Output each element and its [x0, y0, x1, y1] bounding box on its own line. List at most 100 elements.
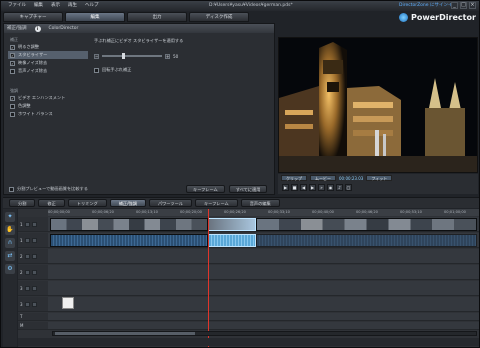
rotation-option[interactable]: 回転手ぶれ補正 — [94, 67, 131, 73]
track-lock-icon[interactable] — [31, 237, 37, 243]
tab-trim[interactable]: トリミング — [67, 199, 107, 207]
audio-clip[interactable] — [256, 234, 477, 247]
playhead[interactable] — [208, 209, 209, 347]
menu-file[interactable]: ファイル — [7, 1, 27, 11]
volume-icon[interactable]: ♪ — [336, 184, 343, 191]
tab-power-tools[interactable]: パワーツール — [148, 199, 192, 207]
track-lock-icon[interactable] — [31, 253, 37, 259]
snapshot-icon[interactable]: ◉ — [327, 184, 334, 191]
fit-dropdown[interactable]: フィット — [366, 175, 393, 181]
panel-header: 補正/強調 i ColorDirector — [4, 24, 274, 33]
music-track[interactable]: M — [18, 322, 479, 330]
track-enable-icon[interactable] — [24, 269, 30, 275]
track-enable-icon[interactable] — [24, 237, 30, 243]
tab-edit[interactable]: 編集 — [65, 12, 125, 22]
fix-item-label: 明るさ調整 — [18, 44, 39, 49]
checkbox-icon[interactable] — [9, 186, 14, 192]
stabilizer-value: 50 — [173, 53, 179, 59]
tab-produce[interactable]: 出力 — [127, 12, 187, 22]
play-icon[interactable]: ▶ — [282, 184, 289, 191]
track-lock-icon[interactable] — [31, 285, 37, 291]
track-enable-icon[interactable] — [24, 253, 30, 259]
menu-help[interactable]: ヘルプ — [84, 1, 100, 11]
checkbox-icon[interactable] — [10, 111, 15, 117]
scrollbar-thumb[interactable] — [55, 332, 195, 335]
apply-all-button[interactable]: すべてに適用 — [228, 185, 268, 193]
track-label: 1 — [20, 237, 23, 243]
close-button[interactable]: × — [469, 2, 476, 9]
effect-clip-thumbnail[interactable] — [62, 297, 74, 309]
info-icon[interactable]: i — [34, 25, 41, 32]
minus-icon[interactable]: − — [94, 53, 99, 59]
tab-create-disc[interactable]: ディスク作成 — [189, 12, 249, 22]
clip-mode-button[interactable]: クリップ — [281, 175, 307, 181]
tab-audio-edit[interactable]: 音声の編集 — [240, 199, 280, 207]
checkbox-icon[interactable]: ✓ — [10, 95, 15, 101]
movie-mode-button[interactable]: ムービー — [310, 175, 336, 181]
audio-clip[interactable] — [50, 234, 208, 247]
checkbox-icon[interactable]: ✓ — [10, 44, 15, 50]
video-track-3[interactable]: 3 — [18, 281, 479, 296]
stop-icon[interactable]: ■ — [291, 184, 298, 191]
checkbox-icon[interactable]: ✓ — [10, 60, 15, 66]
enhance-item-video-enhancement[interactable]: ✓ ビデオ エンハンスメント — [8, 94, 88, 102]
track-lock-icon[interactable] — [31, 269, 37, 275]
video-clip-selected[interactable] — [208, 218, 256, 231]
tab-split[interactable]: 分割 — [9, 199, 36, 207]
preview-window[interactable] — [278, 37, 478, 173]
checkbox-icon[interactable] — [10, 68, 15, 74]
fix-item-stabilizer[interactable]: ✓ スタビライザー — [8, 51, 88, 59]
magnet-icon[interactable]: ∩ — [5, 238, 15, 248]
plus-icon[interactable]: + — [165, 53, 170, 59]
video-track-2[interactable]: 2 — [18, 249, 479, 264]
checkbox-icon[interactable] — [10, 103, 15, 109]
prev-frame-icon[interactable]: ◀ — [300, 184, 307, 191]
time-ruler[interactable]: 00;00;00;00 00;00;06;20 00;00;13;10 00;0… — [48, 209, 479, 216]
fast-forward-icon[interactable]: » — [318, 184, 325, 191]
track-lock-icon[interactable] — [31, 221, 37, 227]
tab-fix-enhance[interactable]: 補正/強調 — [109, 199, 146, 207]
track-enable-icon[interactable] — [24, 285, 30, 291]
tab-keyframe[interactable]: キーフレーム — [194, 199, 238, 207]
maximize-button[interactable]: □ — [460, 2, 467, 9]
panel-bottom-bar: 分割プレビューで動画画質を比較する キーフレーム すべてに適用 — [6, 184, 274, 194]
tab-modify[interactable]: 修正 — [38, 199, 65, 207]
fullscreen-icon[interactable]: ▢ — [345, 184, 352, 191]
track-lock-icon[interactable] — [31, 301, 37, 307]
track-enable-icon[interactable] — [24, 221, 30, 227]
file-path: D:¥Users¥yasu¥Videos¥german.pds* — [209, 3, 293, 8]
video-clip[interactable] — [50, 218, 208, 231]
menu-play[interactable]: 再生 — [67, 1, 78, 11]
enhance-item-color[interactable]: 色調整 — [8, 102, 88, 110]
audio-track-1[interactable]: 1 — [18, 233, 479, 248]
minimize-button[interactable]: _ — [451, 2, 458, 9]
checkbox-icon[interactable]: ✓ — [10, 52, 15, 58]
audio-track-2[interactable]: 2 — [18, 265, 479, 280]
directorzone-link[interactable]: DirectorZone にサインイン — [399, 1, 457, 11]
fix-item-video-denoise[interactable]: ✓ 映像ノイズ除去 — [8, 59, 88, 67]
timeline-scrollbar[interactable] — [52, 331, 477, 336]
checkbox-icon[interactable] — [94, 67, 99, 73]
menu-view[interactable]: 表示 — [50, 1, 61, 11]
effect-track[interactable]: 3 — [18, 297, 479, 312]
tab-capture[interactable]: キャプチャー — [3, 12, 63, 22]
track-enable-icon[interactable] — [24, 301, 30, 307]
fx-icon[interactable]: ✦ — [5, 212, 15, 222]
track-header: M — [18, 322, 48, 329]
audio-clip-selected[interactable] — [208, 234, 256, 247]
slider-knob[interactable] — [122, 53, 125, 59]
hand-icon[interactable]: ✋ — [5, 225, 15, 235]
keyframe-button[interactable]: キーフレーム — [186, 185, 225, 193]
menu-edit[interactable]: 編集 — [33, 1, 44, 11]
next-frame-icon[interactable]: ▶ — [309, 184, 316, 191]
arrows-icon[interactable]: ⇄ — [5, 251, 15, 261]
enhance-item-white-balance[interactable]: ホワイト バランス — [8, 110, 88, 118]
title-track[interactable]: T — [18, 313, 479, 321]
video-clip[interactable] — [256, 218, 477, 231]
colordirector-link[interactable]: ColorDirector — [49, 24, 79, 33]
tools-icon[interactable]: ⚙ — [5, 264, 15, 274]
video-track-1[interactable]: 1 — [18, 217, 479, 232]
fix-item-brightness[interactable]: ✓ 明るさ調整 — [8, 43, 88, 51]
fix-item-audio-denoise[interactable]: 音声ノイズ除去 — [8, 67, 88, 75]
stabilizer-slider[interactable] — [102, 53, 162, 59]
